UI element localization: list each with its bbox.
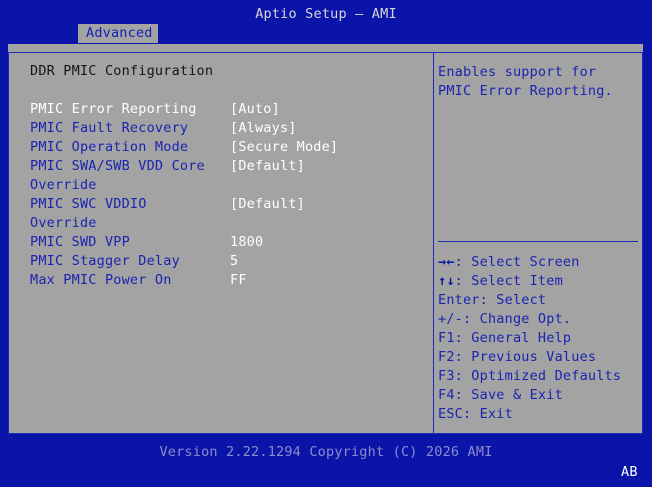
setting-label: PMIC SWC VDDIO bbox=[30, 196, 147, 212]
key-hint-select-screen: →←: Select Screen bbox=[438, 253, 621, 272]
arrow-up-down-icon: ↑↓ bbox=[438, 273, 455, 289]
status-badge: AB bbox=[621, 464, 638, 480]
setting-pmic-swa-swb-vdd-core-override[interactable]: PMIC SWA/SWB VDD Core [Default] bbox=[30, 157, 305, 176]
key-hint-exit: ESC: Exit bbox=[438, 406, 513, 422]
setting-value[interactable]: [Auto] bbox=[230, 100, 280, 119]
page-heading: DDR PMIC Configuration bbox=[30, 63, 214, 79]
key-desc: : Select Item bbox=[454, 273, 563, 289]
setting-label: PMIC Stagger Delay bbox=[30, 253, 180, 269]
setting-label: PMIC Fault Recovery bbox=[30, 120, 189, 136]
setting-label-line2: Override bbox=[30, 177, 97, 193]
setting-value[interactable]: [Secure Mode] bbox=[230, 138, 338, 157]
key-hint-previous-values: F2: Previous Values bbox=[438, 349, 597, 365]
setting-pmic-stagger-delay: PMIC Stagger Delay 5 bbox=[30, 252, 238, 271]
setting-max-pmic-power-on: Max PMIC Power On FF bbox=[30, 271, 246, 290]
setting-label-continuation: Override bbox=[30, 176, 97, 195]
tab-advanced[interactable]: Advanced bbox=[78, 24, 158, 43]
setting-pmic-operation-mode[interactable]: PMIC Operation Mode [Secure Mode] bbox=[30, 138, 338, 157]
help-text: Enables support for PMIC Error Reporting… bbox=[438, 64, 613, 99]
setting-value: 5 bbox=[230, 253, 239, 269]
key-hint-change-opt: +/-: Change Opt. bbox=[438, 311, 572, 327]
setting-pmic-swd-vpp: PMIC SWD VPP 1800 bbox=[30, 233, 263, 252]
setting-value[interactable]: [Default] bbox=[230, 157, 305, 176]
key-hint-enter: Enter: Select bbox=[438, 292, 547, 308]
setting-value[interactable]: [Default] bbox=[230, 195, 305, 214]
key-desc: : Select Screen bbox=[454, 254, 580, 270]
setting-label-line2: Override bbox=[30, 215, 97, 231]
window-title: Aptio Setup – AMI bbox=[255, 6, 397, 22]
key-legend: →←: Select Screen ↑↓: Select Item Enter:… bbox=[438, 253, 621, 424]
setting-label: PMIC Error Reporting bbox=[30, 101, 197, 117]
setting-label: PMIC SWD VPP bbox=[30, 234, 130, 250]
key-hint-general-help: F1: General Help bbox=[438, 330, 572, 346]
setting-label: Max PMIC Power On bbox=[30, 272, 172, 288]
setting-pmic-fault-recovery[interactable]: PMIC Fault Recovery [Always] bbox=[30, 119, 296, 138]
key-hint-select-item: ↑↓: Select Item bbox=[438, 272, 621, 291]
setting-pmic-error-reporting[interactable]: PMIC Error Reporting [Auto] bbox=[30, 100, 280, 119]
help-divider bbox=[438, 241, 638, 242]
setting-label-continuation: Override bbox=[30, 214, 97, 233]
setting-value[interactable]: [Always] bbox=[230, 119, 297, 138]
arrow-left-right-icon: →← bbox=[438, 254, 455, 270]
setting-value: 1800 bbox=[230, 234, 264, 250]
setting-label: PMIC SWA/SWB VDD Core bbox=[30, 158, 205, 174]
footer-version: Version 2.22.1294 Copyright (C) 2026 AMI bbox=[159, 444, 493, 460]
key-hint-optimized-defaults: F3: Optimized Defaults bbox=[438, 368, 622, 384]
setting-value: FF bbox=[230, 272, 247, 288]
key-hint-save-exit: F4: Save & Exit bbox=[438, 387, 563, 403]
setting-label: PMIC Operation Mode bbox=[30, 139, 189, 155]
setting-pmic-swc-vddio-override[interactable]: PMIC SWC VDDIO [Default] bbox=[30, 195, 305, 214]
